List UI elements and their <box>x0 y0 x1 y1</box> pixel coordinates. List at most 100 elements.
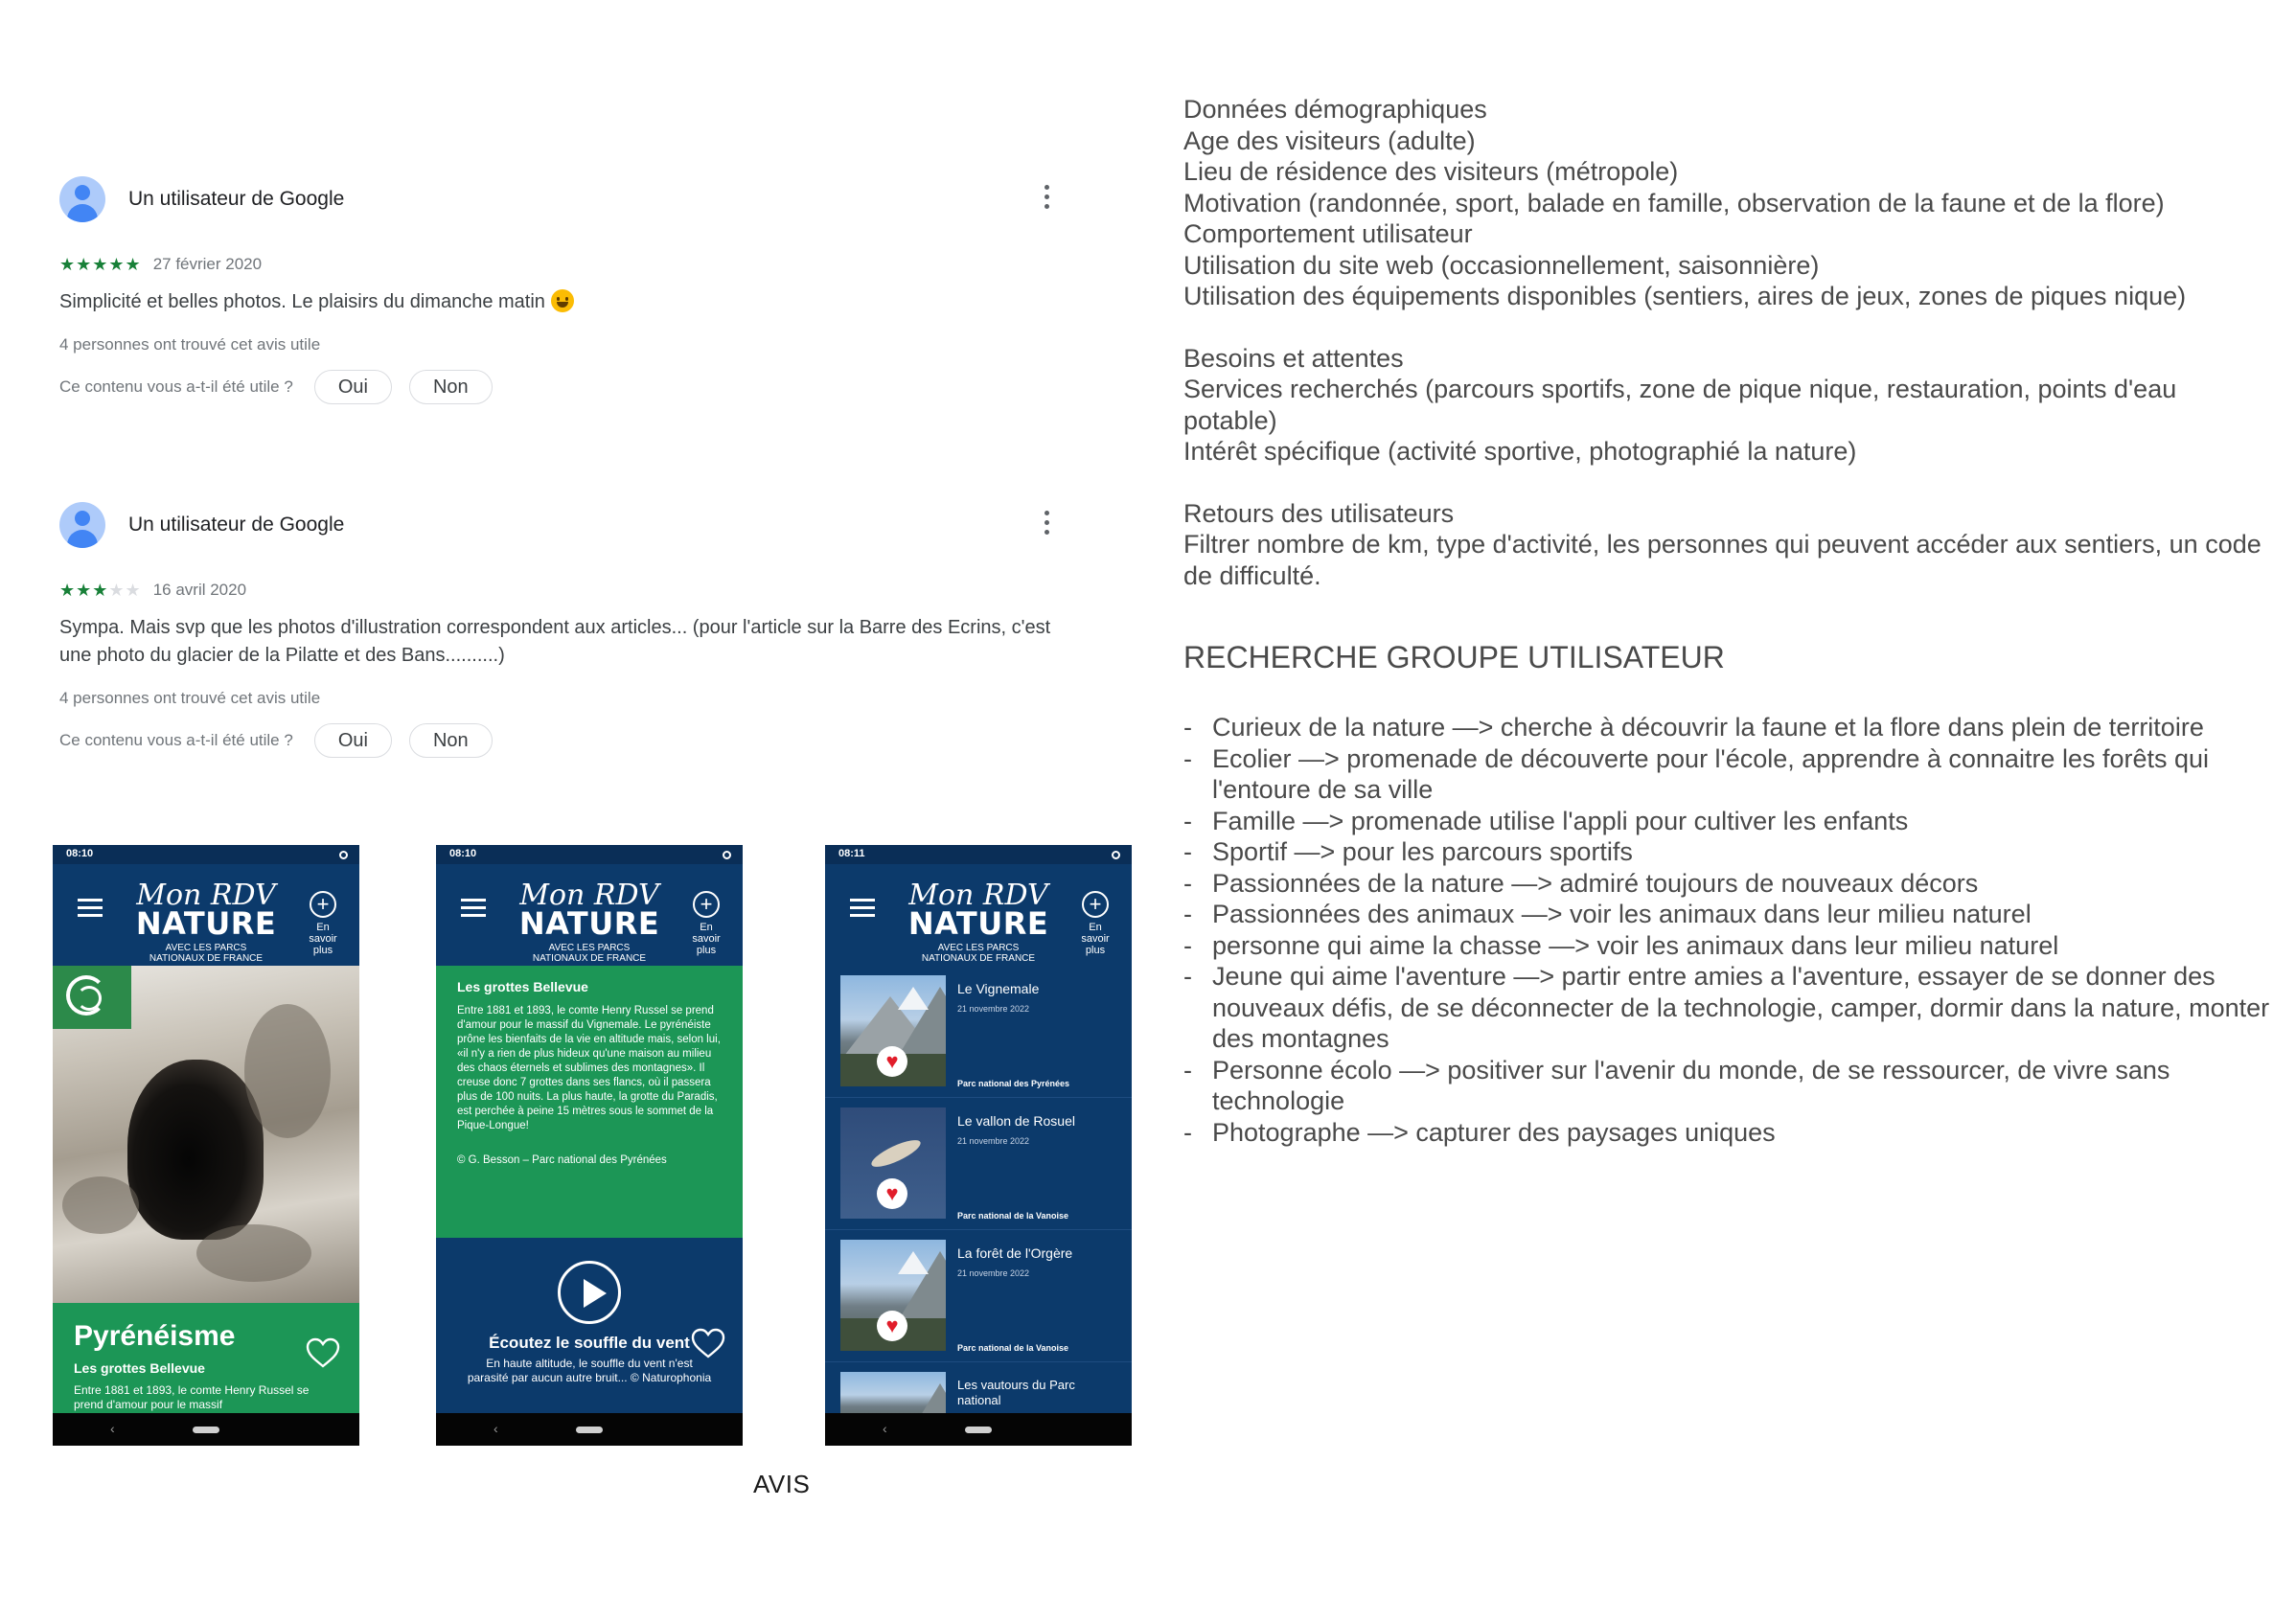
battery-icon <box>1112 851 1120 859</box>
audio-section: Écoutez le souffle du vent En haute alti… <box>436 1238 743 1413</box>
user-group-item: Jeune qui aime l'aventure —> partir entr… <box>1183 961 2276 1055</box>
item-title: Le vallon de Rosuel <box>957 1113 1075 1129</box>
article-title: Pyrénéisme <box>74 1320 236 1352</box>
review-text: Simplicité et belles photos. Le plaisirs… <box>59 291 545 312</box>
list-item[interactable]: ♥ La forêt de l'Orgère 21 novembre 2022 … <box>825 1230 1132 1362</box>
demo-line: Utilisation du site web (occasionnelleme… <box>1183 250 1820 280</box>
user-group-item: personne qui aime la chasse —> voir les … <box>1183 930 2276 962</box>
app-header: Mon RDV NATURE AVEC LES PARCS NATIONAUX D… <box>53 864 359 966</box>
star-rating: ★★★★★ <box>59 254 142 274</box>
back-icon[interactable]: ‹ <box>494 1421 498 1436</box>
home-pill-icon[interactable] <box>576 1427 603 1433</box>
user-group-item: Ecolier —> promenade de découverte pour … <box>1183 743 2276 806</box>
no-button[interactable]: Non <box>408 370 493 404</box>
phone-screen-detail: 08:10 Mon RDV NATURE AVEC LES PARCS NATIO… <box>436 845 743 1446</box>
demo-line: Comportement utilisateur <box>1183 219 1473 248</box>
caption: AVIS <box>753 1470 811 1498</box>
user-group-item: Curieux de la nature —> cherche à découv… <box>1183 712 2276 743</box>
detail-card: Les grottes Bellevue Entre 1881 et 1893,… <box>436 966 743 1238</box>
home-pill-icon[interactable] <box>965 1427 992 1433</box>
learn-more-label[interactable]: En savoir plus <box>302 922 344 956</box>
play-icon[interactable] <box>558 1261 621 1324</box>
avatar-icon <box>59 176 105 222</box>
item-date: 21 novembre 2022 <box>957 1136 1030 1146</box>
user-group-item: Photographe —> capturer des paysages uni… <box>1183 1117 2276 1149</box>
battery-icon <box>723 851 731 859</box>
audio-description: En haute altitude, le souffle du vent n'… <box>467 1357 712 1384</box>
park-logo-icon <box>53 966 131 1029</box>
status-time: 08:10 <box>66 848 94 859</box>
system-nav-bar: ‹ <box>53 1413 359 1446</box>
demo-line: Utilisation des équipements disponibles … <box>1183 282 2187 310</box>
demographics-title: Données démographiques <box>1183 95 1487 124</box>
user-group-item: Famille —> promenade utilise l'appli pou… <box>1183 806 2276 837</box>
review-date: 27 février 2020 <box>152 255 263 273</box>
system-nav-bar: ‹ <box>436 1413 743 1446</box>
needs-line: Services recherchés (parcours sportifs, … <box>1183 375 2177 435</box>
item-date: 21 novembre 2022 <box>957 1004 1030 1014</box>
no-button[interactable]: Non <box>408 723 493 758</box>
user-group-title: RECHERCHE GROUPE UTILISATEUR <box>1183 640 1725 674</box>
yes-button[interactable]: Oui <box>313 370 392 404</box>
favorite-heart-icon[interactable]: ♥ <box>877 1311 907 1341</box>
detail-body: Entre 1881 et 1893, le comte Henry Russe… <box>457 1005 721 1131</box>
status-bar: 08:10 <box>53 845 359 864</box>
app-header: Mon RDV NATURE AVEC LES PARCS NATIONAUX D… <box>436 864 743 966</box>
helpful-question: Ce contenu vous a-t-il été utile ? <box>59 731 293 749</box>
favorite-heart-icon[interactable]: ♥ <box>877 1178 907 1209</box>
learn-more-label[interactable]: En savoir plus <box>1074 922 1116 956</box>
demo-line: Motivation (randonnée, sport, balade en … <box>1183 188 2165 217</box>
review-date: 16 avril 2020 <box>152 581 247 599</box>
list-item[interactable]: Les vautours du Parc national <box>825 1362 1132 1429</box>
demo-line: Age des visiteurs (adulte) <box>1183 126 1476 155</box>
favorite-heart-icon[interactable] <box>306 1337 340 1368</box>
app-header: Mon RDV NATURE AVEC LES PARCS NATIONAUX D… <box>825 864 1132 966</box>
list-item[interactable]: ♥ Le vallon de Rosuel 21 novembre 2022 P… <box>825 1098 1132 1230</box>
review-meta: ★★★★★ 16 avril 2020 <box>59 578 1075 603</box>
item-title: Le Vignemale <box>957 981 1040 996</box>
helpful-question-row: Ce contenu vous a-t-il été utile ? Oui N… <box>59 370 1075 404</box>
demo-line: Lieu de résidence des visiteurs (métropo… <box>1183 157 1679 186</box>
favorite-heart-icon[interactable] <box>691 1328 725 1358</box>
back-icon[interactable]: ‹ <box>883 1421 887 1436</box>
status-time: 08:11 <box>838 848 865 859</box>
review-author: Un utilisateur de Google <box>128 188 345 210</box>
research-notes: Données démographiques Age des visiteurs… <box>1183 94 2276 1148</box>
helpful-count: 4 personnes ont trouvé cet avis utile <box>59 689 321 707</box>
plus-icon[interactable]: + <box>1082 891 1109 918</box>
back-icon[interactable]: ‹ <box>110 1421 115 1436</box>
home-pill-icon[interactable] <box>193 1427 219 1433</box>
learn-more-label[interactable]: En savoir plus <box>685 922 727 956</box>
user-group-item: Personne écolo —> positiver sur l'avenir… <box>1183 1055 2276 1117</box>
status-bar: 08:11 <box>825 845 1132 864</box>
favorite-heart-icon[interactable]: ♥ <box>877 1046 907 1077</box>
item-title: La forêt de l'Orgère <box>957 1245 1073 1261</box>
phone-screen-favorites: 08:11 Mon RDV NATURE AVEC LES PARCS NATIO… <box>825 845 1132 1446</box>
review-text-block: Simplicité et belles photos. Le plaisirs… <box>59 288 1075 316</box>
more-options-icon[interactable] <box>1037 506 1056 540</box>
yes-button[interactable]: Oui <box>313 723 392 758</box>
user-group-item: Passionnées de la nature —> admiré toujo… <box>1183 868 2276 900</box>
article-card[interactable]: Pyrénéisme Les grottes Bellevue Entre 18… <box>53 1303 359 1413</box>
plus-icon[interactable]: + <box>310 891 336 918</box>
photo-credit: © G. Besson – Parc national des Pyrénées <box>457 1154 667 1166</box>
helpful-question: Ce contenu vous a-t-il été utile ? <box>59 377 293 396</box>
status-bar: 08:10 <box>436 845 743 864</box>
detail-title: Les grottes Bellevue <box>457 979 588 994</box>
review-text: Sympa. Mais svp que les photos d'illustr… <box>59 617 1051 666</box>
item-park: Parc national de la Vanoise <box>957 1211 1069 1221</box>
article-excerpt: Entre 1881 et 1893, le comte Henry Russe… <box>74 1383 310 1411</box>
item-park: Parc national des Pyrénées <box>957 1079 1070 1088</box>
user-group-item: Passionnées des animaux —> voir les anim… <box>1183 899 2276 930</box>
list-item[interactable]: ♥ Le Vignemale 21 novembre 2022 Parc nat… <box>825 966 1132 1098</box>
review-2: Un utilisateur de Google ★★★★★ 16 avril … <box>59 500 1075 758</box>
item-date: 21 novembre 2022 <box>957 1268 1030 1278</box>
review-header: Un utilisateur de Google <box>59 500 1075 552</box>
plus-icon[interactable]: + <box>693 891 720 918</box>
grinning-face-icon <box>550 289 574 312</box>
more-options-icon[interactable] <box>1037 180 1056 215</box>
status-time: 08:10 <box>449 848 477 859</box>
battery-icon <box>339 851 348 859</box>
item-park: Parc national de la Vanoise <box>957 1343 1069 1353</box>
item-title: Les vautours du Parc national <box>957 1378 1075 1407</box>
